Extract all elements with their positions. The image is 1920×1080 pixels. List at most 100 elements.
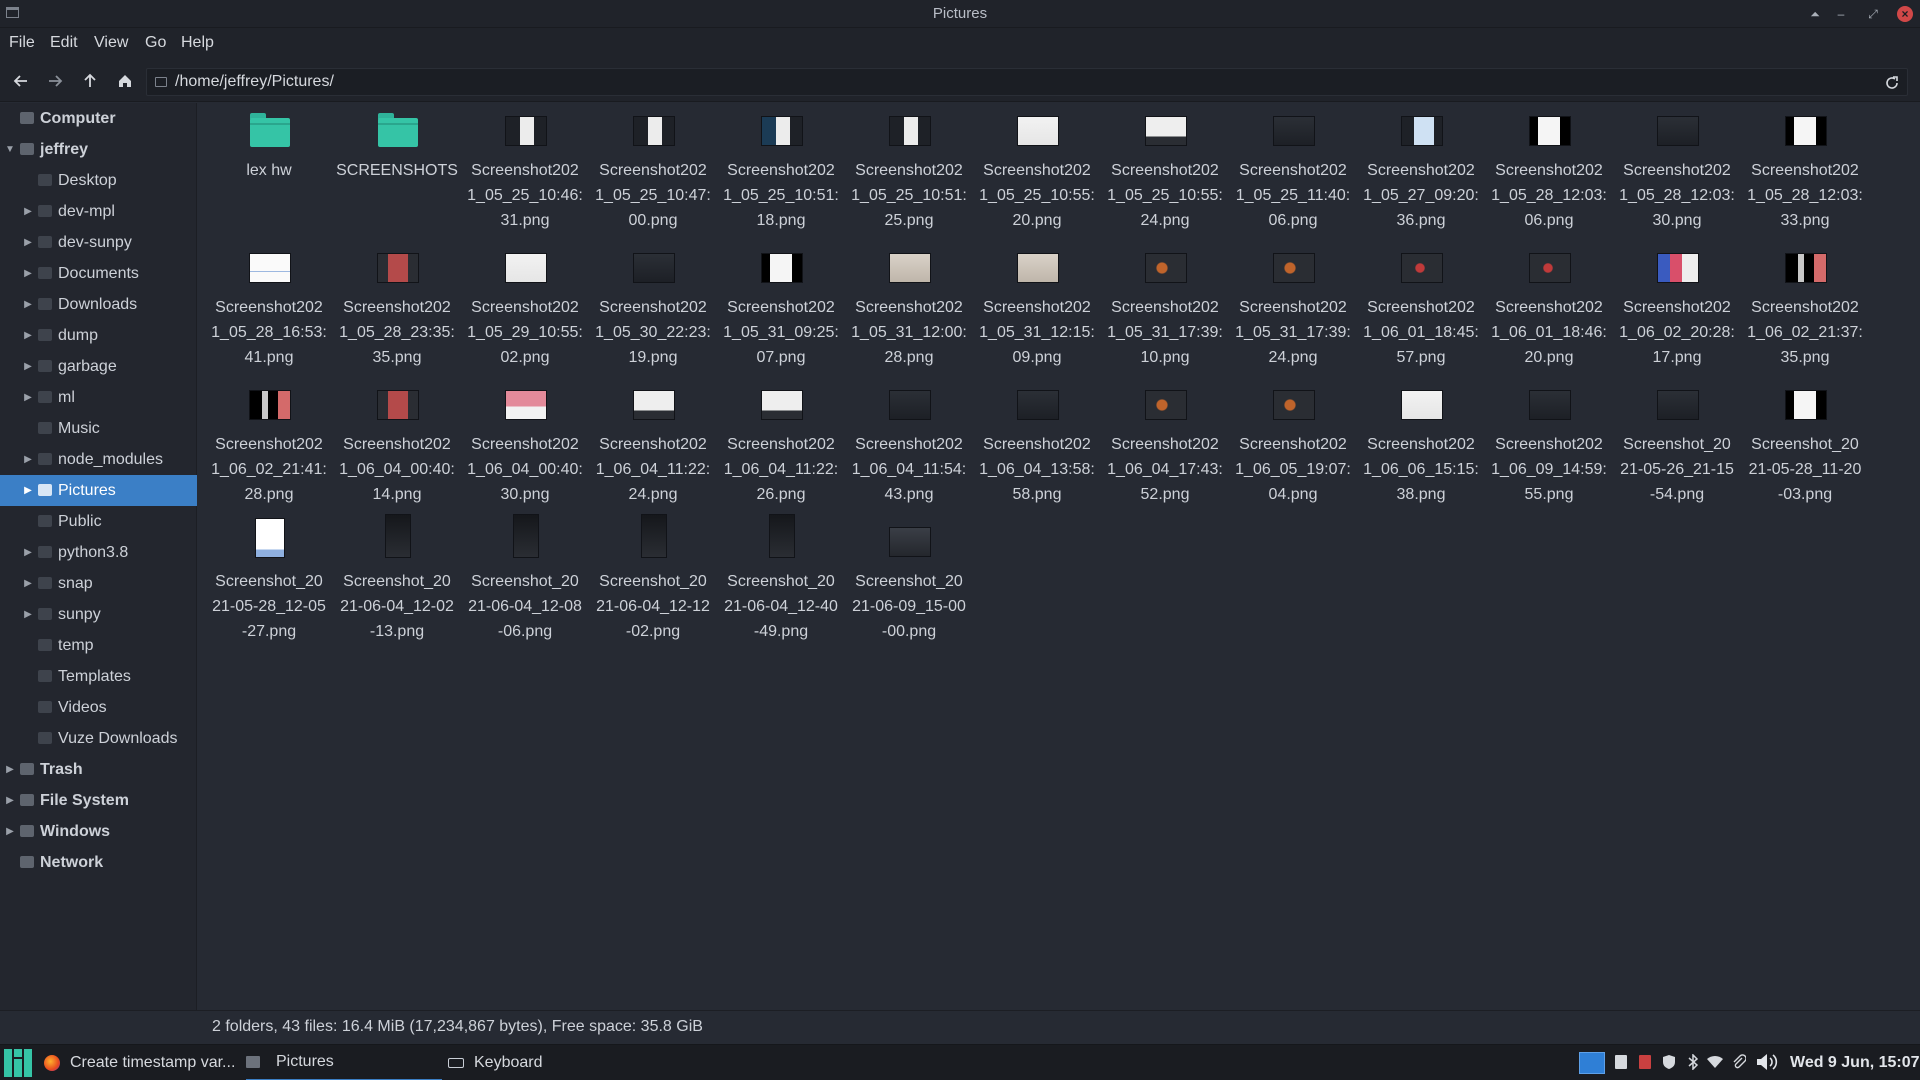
close-button[interactable]: × bbox=[1897, 6, 1913, 22]
sidebar-item-windows[interactable]: ▶ Windows bbox=[0, 816, 197, 847]
file-item[interactable]: Screenshot202 1_05_25_10:51: 25.png bbox=[845, 103, 973, 239]
minimize-button[interactable]: – bbox=[1832, 5, 1850, 23]
file-item[interactable]: Screenshot202 1_06_04_11:22: 24.png bbox=[589, 377, 717, 513]
expander-closed-icon[interactable]: ▶ bbox=[23, 578, 33, 589]
file-item[interactable]: Screenshot202 1_05_25_10:47: 00.png bbox=[589, 103, 717, 239]
sidebar-item-dump[interactable]: ▶ dump bbox=[0, 320, 197, 351]
file-item[interactable]: Screenshot202 1_05_31_12:00: 28.png bbox=[845, 240, 973, 376]
volume-icon[interactable] bbox=[1754, 1053, 1782, 1071]
file-item[interactable]: Screenshot202 1_06_01_18:46: 20.png bbox=[1485, 240, 1613, 376]
menu-launcher[interactable] bbox=[2, 1047, 34, 1079]
file-item[interactable]: Screenshot202 1_06_05_19:07: 04.png bbox=[1229, 377, 1357, 513]
menu-help[interactable]: Help bbox=[181, 34, 214, 52]
sidebar-item-jeffrey[interactable]: ▼ jeffrey bbox=[0, 134, 197, 165]
file-item[interactable]: Screenshot202 1_06_04_11:54: 43.png bbox=[845, 377, 973, 513]
file-item[interactable]: Screenshot202 1_05_28_16:53: 41.png bbox=[205, 240, 333, 376]
file-item[interactable]: Screenshot202 1_06_06_15:15: 38.png bbox=[1357, 377, 1485, 513]
sidebar-item-network[interactable]: Network bbox=[0, 847, 197, 878]
workspace-switcher[interactable] bbox=[1579, 1052, 1605, 1074]
maximize-button[interactable]: ⤢ bbox=[1864, 5, 1882, 23]
clipboard-icon[interactable] bbox=[1636, 1053, 1654, 1071]
file-item[interactable]: Screenshot202 1_05_30_22:23: 19.png bbox=[589, 240, 717, 376]
file-item[interactable]: Screenshot202 1_06_04_00:40: 30.png bbox=[461, 377, 589, 513]
file-item[interactable]: Screenshot_20 21-06-04_12-02 -13.png bbox=[333, 514, 461, 650]
menu-view[interactable]: View bbox=[94, 34, 128, 52]
shield-icon[interactable] bbox=[1660, 1053, 1678, 1071]
location-path[interactable]: /home/jeffrey/Pictures/ bbox=[175, 73, 334, 91]
file-item[interactable]: Screenshot202 1_06_09_14:59: 55.png bbox=[1485, 377, 1613, 513]
file-item[interactable]: Screenshot_20 21-06-04_12-08 -06.png bbox=[461, 514, 589, 650]
sidebar-item-downloads[interactable]: ▶ Downloads bbox=[0, 289, 197, 320]
forward-button[interactable] bbox=[42, 68, 68, 94]
sidebar-item-garbage[interactable]: ▶ garbage bbox=[0, 351, 197, 382]
file-item[interactable]: Screenshot202 1_06_02_20:28: 17.png bbox=[1613, 240, 1741, 376]
file-item[interactable]: Screenshot202 1_05_31_09:25: 07.png bbox=[717, 240, 845, 376]
file-item[interactable]: Screenshot202 1_06_04_17:43: 52.png bbox=[1101, 377, 1229, 513]
sidebar-item-music[interactable]: Music bbox=[0, 413, 197, 444]
up-button[interactable] bbox=[77, 68, 103, 94]
sidebar-item-vuze-downloads[interactable]: Vuze Downloads bbox=[0, 723, 197, 754]
file-item[interactable]: Screenshot202 1_06_02_21:37: 35.png bbox=[1741, 240, 1869, 376]
file-item[interactable]: Screenshot202 1_05_25_10:55: 20.png bbox=[973, 103, 1101, 239]
menu-go[interactable]: Go bbox=[145, 34, 166, 52]
file-item[interactable]: Screenshot202 1_06_01_18:45: 57.png bbox=[1357, 240, 1485, 376]
file-item[interactable]: Screenshot202 1_05_31_17:39: 10.png bbox=[1101, 240, 1229, 376]
expander-closed-icon[interactable]: ▶ bbox=[23, 392, 33, 403]
file-item[interactable]: Screenshot202 1_05_31_12:15: 09.png bbox=[973, 240, 1101, 376]
sidebar-item-public[interactable]: Public bbox=[0, 506, 197, 537]
file-item[interactable]: Screenshot202 1_05_28_12:03: 06.png bbox=[1485, 103, 1613, 239]
reload-button[interactable] bbox=[1881, 72, 1903, 94]
clock[interactable]: Wed 9 Jun, 15:07 bbox=[1790, 1054, 1920, 1072]
file-item[interactable]: Screenshot202 1_05_25_11:40: 06.png bbox=[1229, 103, 1357, 239]
file-item[interactable]: Screenshot_20 21-06-04_12-12 -02.png bbox=[589, 514, 717, 650]
sidebar-item-snap[interactable]: ▶ snap bbox=[0, 568, 197, 599]
shade-button[interactable]: ⏶ bbox=[1806, 5, 1824, 23]
file-item[interactable]: Screenshot202 1_05_28_23:35: 35.png bbox=[333, 240, 461, 376]
sidebar-item-documents[interactable]: ▶ Documents bbox=[0, 258, 197, 289]
file-item[interactable]: Screenshot202 1_05_31_17:39: 24.png bbox=[1229, 240, 1357, 376]
sidebar-item-videos[interactable]: Videos bbox=[0, 692, 197, 723]
file-item[interactable]: Screenshot202 1_06_02_21:41: 28.png bbox=[205, 377, 333, 513]
expander-closed-icon[interactable]: ▶ bbox=[23, 485, 33, 496]
expander-closed-icon[interactable]: ▶ bbox=[5, 764, 15, 775]
home-button[interactable] bbox=[112, 68, 138, 94]
expander-open-icon[interactable]: ▼ bbox=[5, 144, 15, 155]
location-bar[interactable]: /home/jeffrey/Pictures/ bbox=[146, 68, 1908, 96]
sidebar-item-computer[interactable]: Computer bbox=[0, 103, 197, 134]
task-keyboard[interactable]: Keyboard bbox=[448, 1045, 543, 1080]
folder-item[interactable]: SCREENSHOTS bbox=[333, 103, 461, 239]
file-item[interactable]: Screenshot202 1_05_27_09:20: 36.png bbox=[1357, 103, 1485, 239]
expander-closed-icon[interactable]: ▶ bbox=[23, 361, 33, 372]
expander-closed-icon[interactable]: ▶ bbox=[23, 299, 33, 310]
file-item[interactable]: Screenshot_20 21-06-04_12-40 -49.png bbox=[717, 514, 845, 650]
file-item[interactable]: Screenshot202 1_05_29_10:55: 02.png bbox=[461, 240, 589, 376]
menu-edit[interactable]: Edit bbox=[50, 34, 78, 52]
task-firefox[interactable]: Create timestamp var... bbox=[44, 1045, 235, 1080]
sidebar-item-dev-mpl[interactable]: ▶ dev-mpl bbox=[0, 196, 197, 227]
expander-closed-icon[interactable]: ▶ bbox=[23, 454, 33, 465]
expander-closed-icon[interactable]: ▶ bbox=[23, 237, 33, 248]
sidebar-item-node-modules[interactable]: ▶ node_modules bbox=[0, 444, 197, 475]
file-item[interactable]: Screenshot_20 21-05-28_12-05 -27.png bbox=[205, 514, 333, 650]
file-item[interactable]: Screenshot202 1_05_25_10:55: 24.png bbox=[1101, 103, 1229, 239]
file-item[interactable]: Screenshot_20 21-06-09_15-00 -00.png bbox=[845, 514, 973, 650]
file-item[interactable]: Screenshot_20 21-05-26_21-15 -54.png bbox=[1613, 377, 1741, 513]
sidebar-item-ml[interactable]: ▶ ml bbox=[0, 382, 197, 413]
file-item[interactable]: Screenshot202 1_05_28_12:03: 30.png bbox=[1613, 103, 1741, 239]
sidebar-item-python3-8[interactable]: ▶ python3.8 bbox=[0, 537, 197, 568]
sidebar-item-templates[interactable]: Templates bbox=[0, 661, 197, 692]
expander-closed-icon[interactable]: ▶ bbox=[23, 268, 33, 279]
menu-file[interactable]: File bbox=[9, 34, 35, 52]
file-item[interactable]: Screenshot202 1_05_25_10:46: 31.png bbox=[461, 103, 589, 239]
file-item[interactable]: Screenshot202 1_05_28_12:03: 33.png bbox=[1741, 103, 1869, 239]
file-item[interactable]: Screenshot202 1_06_04_13:58: 58.png bbox=[973, 377, 1101, 513]
expander-closed-icon[interactable]: ▶ bbox=[5, 795, 15, 806]
back-button[interactable] bbox=[8, 68, 34, 94]
expander-closed-icon[interactable]: ▶ bbox=[23, 330, 33, 341]
sidebar-item-file-system[interactable]: ▶ File System bbox=[0, 785, 197, 816]
wifi-icon[interactable] bbox=[1706, 1053, 1724, 1071]
expander-closed-icon[interactable]: ▶ bbox=[23, 547, 33, 558]
sidebar-item-temp[interactable]: temp bbox=[0, 630, 197, 661]
task-pictures[interactable]: Pictures bbox=[246, 1045, 442, 1080]
file-view[interactable]: lex hw SCREENSHOTS Screenshot202 1_05_25_10… bbox=[198, 103, 1920, 1011]
